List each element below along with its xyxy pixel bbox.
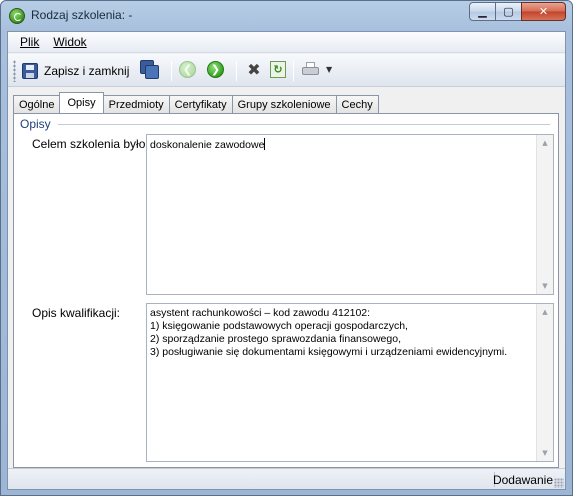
app-icon <box>9 8 25 24</box>
status-bar: Dodawanie <box>8 468 565 489</box>
tab-subjects[interactable]: Przedmioty <box>102 95 170 113</box>
menu-view[interactable]: Widok <box>53 35 86 49</box>
tab-descriptions[interactable]: Opisy <box>59 92 104 113</box>
tab-general[interactable]: Ogólne <box>13 95 61 113</box>
tab-strip: Ogólne Opisy Przedmioty Certyfikaty Grup… <box>13 92 379 113</box>
refresh-icon: ↻ <box>273 63 283 76</box>
scroll-down-icon[interactable]: ▼ <box>537 445 553 461</box>
goal-textarea[interactable]: doskonalenie zawodowe ▲ ▼ <box>146 134 554 295</box>
goal-label: Celem szkolenia było: <box>32 137 149 151</box>
toolbar-separator <box>171 61 172 81</box>
tab-certificates[interactable]: Certyfikaty <box>168 95 233 113</box>
tab-features[interactable]: Cechy <box>335 95 379 113</box>
forward-icon: ❯ <box>210 63 221 76</box>
save-all-icon-front <box>145 65 159 79</box>
window-controls: ▁ ▢ ✕ <box>469 2 566 21</box>
goal-scrollbar[interactable]: ▲ ▼ <box>536 135 553 294</box>
tools-button[interactable]: ✖ <box>245 61 263 79</box>
group-divider <box>58 124 550 125</box>
client-area: Plik Widok Zapisz i zamknij ❮ ❯ ✖ ↻ ▼ Og… <box>7 31 566 490</box>
status-mode: Dodawanie <box>492 473 553 487</box>
save-all-button[interactable] <box>140 60 159 79</box>
close-icon: ✕ <box>538 5 549 18</box>
menu-file[interactable]: Plik <box>20 35 39 49</box>
maximize-button[interactable]: ▢ <box>495 2 522 21</box>
qualification-label: Opis kwalifikacji: <box>32 306 121 320</box>
scroll-up-icon[interactable]: ▲ <box>537 135 553 151</box>
save-icon <box>22 63 38 79</box>
descriptions-panel: Opisy Celem szkolenia było: doskonalenie… <box>13 113 559 468</box>
toolbar-grip-icon[interactable] <box>13 60 16 82</box>
toolbar-separator <box>293 61 294 81</box>
resize-grip-icon[interactable] <box>554 478 564 488</box>
qualification-scrollbar[interactable]: ▲ ▼ <box>536 304 553 461</box>
window-title: Rodzaj szkolenia: - <box>31 8 133 22</box>
save-and-close-label: Zapisz i zamknij <box>44 64 130 78</box>
minimize-icon: ▁ <box>478 5 487 18</box>
group-title: Opisy <box>20 117 51 131</box>
maximize-icon: ▢ <box>503 5 514 18</box>
qualification-textarea[interactable]: asystent rachunkowości – kod zawodu 4121… <box>146 303 554 462</box>
app-window: Rodzaj szkolenia: - ▁ ▢ ✕ Plik Widok Zap… <box>0 0 573 496</box>
minimize-button[interactable]: ▁ <box>469 2 496 21</box>
print-button[interactable] <box>301 61 321 79</box>
back-button[interactable]: ❮ <box>179 61 196 78</box>
forward-button[interactable]: ❯ <box>207 61 224 78</box>
scroll-up-icon[interactable]: ▲ <box>537 304 553 320</box>
refresh-button[interactable]: ↻ <box>270 61 286 78</box>
print-dropdown-arrow-icon[interactable]: ▼ <box>326 65 332 74</box>
tools-icon: ✖ <box>247 60 261 79</box>
back-icon: ❮ <box>182 63 193 76</box>
close-button[interactable]: ✕ <box>521 2 566 21</box>
goal-text: doskonalenie zawodowe <box>150 138 535 291</box>
qualification-text: asystent rachunkowości – kod zawodu 4121… <box>150 307 508 358</box>
menu-bar: Plik Widok <box>8 32 565 53</box>
tab-training-groups[interactable]: Grupy szkoleniowe <box>231 95 337 113</box>
title-bar[interactable]: Rodzaj szkolenia: - ▁ ▢ ✕ <box>1 1 572 31</box>
print-icon-body <box>302 67 319 75</box>
toolbar-separator <box>236 61 237 81</box>
toolbar: Zapisz i zamknij ❮ ❯ ✖ ↻ ▼ <box>8 54 565 87</box>
text-cursor <box>264 138 266 150</box>
save-and-close-button[interactable]: Zapisz i zamknij <box>22 59 129 83</box>
scroll-down-icon[interactable]: ▼ <box>537 278 553 294</box>
goal-value: doskonalenie zawodowe <box>150 139 265 151</box>
